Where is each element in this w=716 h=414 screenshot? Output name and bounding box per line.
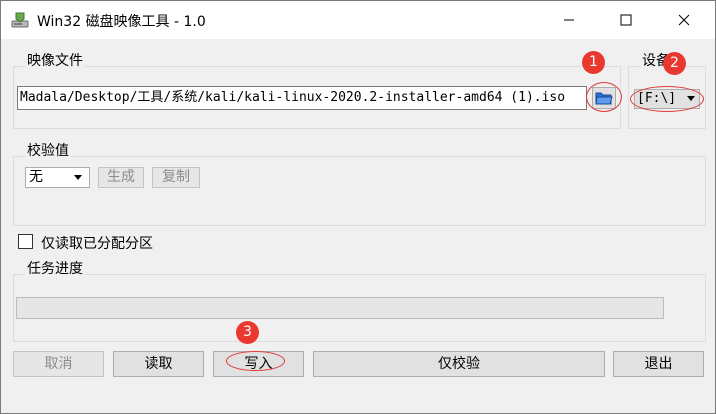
read-only-allocated-checkbox[interactable]: [18, 234, 33, 249]
image-path-input[interactable]: Madala/Desktop/工具/系统/kali/kali-linux-202…: [17, 86, 587, 110]
copy-hash-button[interactable]: 复制: [152, 167, 200, 188]
maximize-button[interactable]: [603, 1, 649, 39]
verify-only-button[interactable]: 仅校验: [313, 351, 605, 377]
annotation-ring-device: [630, 86, 704, 112]
cancel-button[interactable]: 取消: [13, 351, 104, 377]
image-file-label: 映像文件: [25, 50, 85, 70]
hash-type-select[interactable]: 无: [25, 167, 90, 188]
read-only-allocated-label[interactable]: 仅读取已分配分区: [41, 233, 153, 253]
annotation-marker-3: 3: [236, 321, 259, 344]
window-title: Win32 磁盘映像工具 - 1.0: [37, 14, 206, 30]
minimize-button[interactable]: [546, 1, 592, 39]
disk-imager-icon: [11, 12, 29, 28]
progress-label: 任务进度: [25, 258, 85, 278]
exit-button[interactable]: 退出: [613, 351, 704, 377]
close-button[interactable]: [661, 1, 707, 39]
title-bar: Win32 磁盘映像工具 - 1.0: [1, 1, 715, 39]
generate-hash-button[interactable]: 生成: [98, 167, 144, 188]
hash-label: 校验值: [25, 140, 71, 160]
progress-bar: [16, 297, 664, 319]
maximize-icon: [620, 14, 632, 26]
read-button[interactable]: 读取: [113, 351, 204, 377]
minimize-icon: [564, 19, 574, 21]
annotation-ring-browse: [586, 82, 622, 112]
chevron-down-icon: [74, 175, 82, 180]
annotation-marker-2: 2: [663, 52, 686, 75]
app-window: Win32 磁盘映像工具 - 1.0 映像文件 Madala/Desktop/工…: [0, 0, 716, 414]
annotation-ring-write: [226, 351, 285, 371]
hash-type-value: 无: [29, 169, 43, 185]
close-icon: [678, 14, 690, 26]
annotation-marker-1: 1: [582, 51, 605, 74]
